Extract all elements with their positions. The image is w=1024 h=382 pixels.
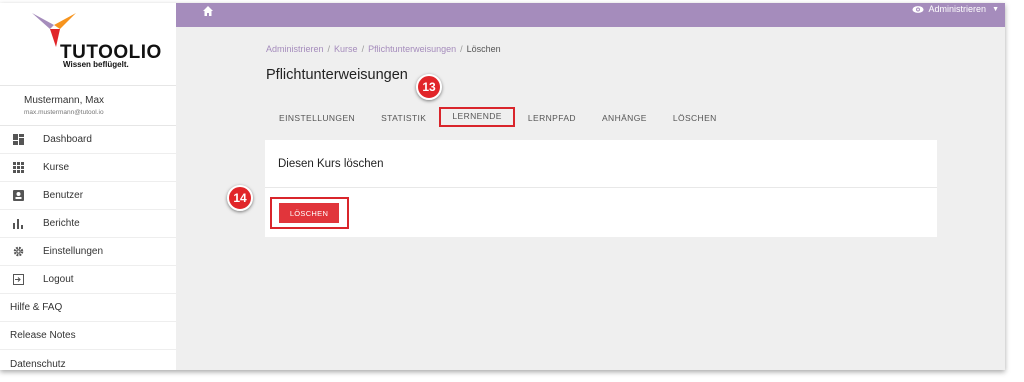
- bar-chart-icon: [11, 217, 25, 231]
- delete-course-card: Diesen Kurs löschen LÖSCHEN: [265, 140, 937, 237]
- sidebar-item-label: Einstellungen: [43, 246, 104, 257]
- step-badge-13: 13: [416, 74, 442, 100]
- user-card-icon: [11, 189, 25, 203]
- breadcrumb-current: Löschen: [466, 44, 501, 54]
- sidebar-item-dashboard[interactable]: Dashboard: [0, 126, 176, 154]
- tab-statistik[interactable]: STATISTIK: [368, 109, 439, 127]
- dashboard-icon: [11, 133, 25, 147]
- sidebar-item-benutzer[interactable]: Benutzer: [0, 182, 176, 210]
- sidebar-item-kurse[interactable]: Kurse: [0, 154, 176, 182]
- sidebar-item-label: Kurse: [43, 162, 70, 173]
- step-badge-14: 14: [227, 185, 253, 211]
- main-content: Administrieren / Kurse / Pflichtunterweisung…: [176, 27, 1005, 370]
- admin-menu[interactable]: Administrieren ▼: [911, 4, 999, 14]
- tab-bar: EINSTELLUNGEN STATISTIK LERNENDE LERNPFA…: [266, 107, 730, 127]
- breadcrumb-link-administrieren[interactable]: Administrieren: [266, 44, 324, 54]
- sidebar-link-release-notes[interactable]: Release Notes: [0, 322, 176, 350]
- sidebar-item-label: Benutzer: [43, 190, 84, 201]
- brand-tagline: Wissen beflügelt.: [63, 60, 129, 69]
- chevron-down-icon: ▼: [992, 5, 999, 13]
- user-info: Mustermann, Max max.mustermann@tutool.io: [0, 86, 176, 126]
- breadcrumb-link-course[interactable]: Pflichtunterweisungen: [368, 44, 456, 54]
- breadcrumb-link-kurse[interactable]: Kurse: [334, 44, 358, 54]
- card-body: LÖSCHEN: [265, 188, 937, 237]
- delete-course-button[interactable]: LÖSCHEN: [279, 203, 339, 223]
- page-title: Pflichtunterweisungen: [266, 67, 408, 83]
- admin-label: Administrieren: [928, 4, 987, 14]
- gear-icon: [11, 245, 25, 259]
- user-email: max.mustermann@tutool.io: [24, 109, 104, 116]
- tab-einstellungen[interactable]: EINSTELLUNGEN: [266, 109, 368, 127]
- sidebar-item-label: Dashboard: [43, 134, 92, 145]
- user-name: Mustermann, Max: [24, 95, 105, 106]
- sidebar-item-berichte[interactable]: Berichte: [0, 210, 176, 238]
- grid-icon: [11, 161, 25, 175]
- home-icon[interactable]: [202, 5, 214, 17]
- sidebar-item-label: Logout: [43, 274, 74, 285]
- logo[interactable]: TUTOOLIO Wissen beflügelt.: [0, 3, 176, 86]
- sidebar-link-hilfe[interactable]: Hilfe & FAQ: [0, 294, 176, 322]
- sidebar: TUTOOLIO Wissen beflügelt. Mustermann, M…: [0, 3, 177, 370]
- sidebar-item-label: Berichte: [43, 218, 80, 229]
- tab-lernende[interactable]: LERNENDE: [439, 107, 515, 127]
- top-bar: Administrieren ▼: [176, 3, 1005, 27]
- tab-anhaenge[interactable]: ANHÄNGE: [589, 109, 660, 127]
- sidebar-item-logout[interactable]: Logout: [0, 266, 176, 294]
- tab-lernpfad[interactable]: LERNPFAD: [515, 109, 589, 127]
- tab-loeschen[interactable]: LÖSCHEN: [660, 109, 730, 127]
- eye-icon: [911, 5, 924, 13]
- sidebar-link-datenschutz[interactable]: Datenschutz: [0, 350, 176, 370]
- app-window: TUTOOLIO Wissen beflügelt. Mustermann, M…: [0, 3, 1005, 370]
- logout-icon: [11, 273, 25, 287]
- sidebar-item-einstellungen[interactable]: Einstellungen: [0, 238, 176, 266]
- breadcrumb: Administrieren / Kurse / Pflichtunterweisung…: [266, 44, 501, 54]
- card-title: Diesen Kurs löschen: [265, 140, 937, 188]
